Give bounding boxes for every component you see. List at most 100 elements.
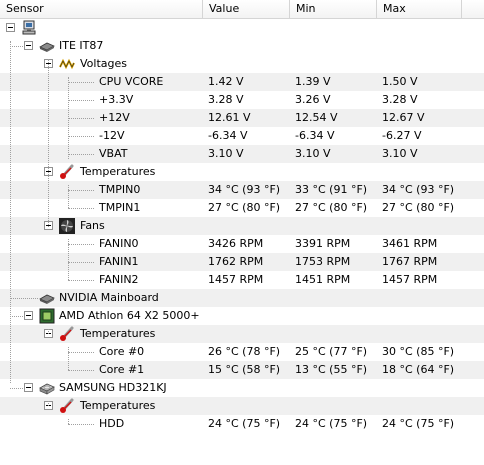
sensor-name: CPU VCORE (99, 75, 164, 88)
column-header: Sensor Value Min Max (0, 0, 484, 19)
column-min[interactable]: Min (290, 0, 377, 18)
sensor-max: 3.28 V (382, 93, 418, 106)
sensor-max: 18 °C (64 °F) (382, 363, 455, 376)
sensor-name: HDD (99, 417, 125, 430)
tree-line (68, 100, 94, 101)
sensor-value: 3426 RPM (208, 237, 264, 250)
collapse-toggle[interactable] (24, 383, 33, 392)
tree-group-temperatures[interactable]: Temperatures (0, 163, 484, 181)
sensor-value: -6.34 V (208, 129, 248, 142)
group-label: Temperatures (80, 165, 156, 178)
tree-root-row[interactable] (0, 19, 484, 37)
sensor-min: 1.39 V (295, 75, 331, 88)
tree-node-amd[interactable]: AMD Athlon 64 X2 5000+ (0, 307, 484, 325)
tree-node-nvidia[interactable]: NVIDIA Mainboard (0, 289, 484, 307)
tree-line (68, 118, 94, 119)
sensor-name: TMPIN1 (99, 201, 141, 214)
group-label: Voltages (80, 57, 127, 70)
collapse-toggle[interactable] (24, 311, 33, 320)
sensor-value: 1.42 V (208, 75, 244, 88)
sensor-name: FANIN0 (99, 237, 139, 250)
sensor-value: 12.61 V (208, 111, 251, 124)
device-label: SAMSUNG HD321KJ (59, 381, 167, 394)
sensor-min: 27 °C (80 °F) (295, 201, 368, 214)
sensor-value: 1762 RPM (208, 255, 264, 268)
collapse-toggle[interactable] (6, 23, 15, 32)
tree-line (48, 401, 49, 406)
tree-line (68, 190, 94, 191)
tree-line (68, 370, 94, 371)
tree-group-voltages[interactable]: Voltages (0, 55, 484, 73)
device-label: ITE IT87 (59, 39, 104, 52)
sensor-window: Sensor Value Min Max ITE IT87 Voltages C… (0, 0, 484, 465)
chip-icon (39, 290, 55, 306)
collapse-toggle[interactable] (24, 41, 33, 50)
sensor-name: TMPIN0 (99, 183, 141, 196)
sensor-name: Core #0 (99, 345, 145, 358)
tree-line (48, 329, 49, 334)
sensor-name: +3.3V (99, 93, 134, 106)
sensor-min: 24 °C (75 °F) (295, 417, 368, 430)
sensor-min: 3.10 V (295, 147, 331, 160)
tree-line (10, 388, 23, 389)
sensor-name: -12V (99, 129, 125, 142)
device-label: NVIDIA Mainboard (59, 291, 159, 304)
thermometer-icon (59, 398, 75, 414)
tree-line (10, 316, 23, 317)
sensor-value: 3.28 V (208, 93, 244, 106)
tree-node-samsung[interactable]: SAMSUNG HD321KJ (0, 379, 484, 397)
column-sensor[interactable]: Sensor (0, 0, 203, 18)
sensor-max: 12.67 V (382, 111, 425, 124)
hard-drive-icon (39, 380, 55, 396)
tree-group-temperatures[interactable]: Temperatures (0, 325, 484, 343)
tree-line (10, 298, 38, 299)
sensor-min: 25 °C (77 °F) (295, 345, 368, 358)
tree-line (68, 185, 69, 208)
tree-line (68, 208, 94, 209)
sensor-max: 3461 RPM (382, 237, 438, 250)
sensor-name: Core #1 (99, 363, 145, 376)
sensor-name: VBAT (99, 147, 128, 160)
chip-icon (39, 38, 55, 54)
tree-line (68, 136, 94, 137)
tree-line (68, 352, 94, 353)
tree-line (68, 280, 94, 281)
thermometer-icon (59, 326, 75, 342)
tree-line (48, 59, 49, 227)
sensor-min: 1451 RPM (295, 273, 351, 286)
sensor-min: 3.26 V (295, 93, 331, 106)
sensor-max: 34 °C (93 °F) (382, 183, 455, 196)
sensor-value: 24 °C (75 °F) (208, 417, 281, 430)
group-label: Temperatures (80, 327, 156, 340)
sensor-value: 1457 RPM (208, 273, 264, 286)
tree-line (10, 41, 11, 383)
sensor-name: +12V (99, 111, 130, 124)
sensor-min: -6.34 V (295, 129, 335, 142)
voltage-icon (59, 56, 75, 72)
tree-group-temperatures[interactable]: Temperatures (0, 397, 484, 415)
tree-node-ite[interactable]: ITE IT87 (0, 37, 484, 55)
tree-line (68, 154, 94, 155)
sensor-name: FANIN1 (99, 255, 139, 268)
sensor-max: -6.27 V (382, 129, 422, 142)
device-label: AMD Athlon 64 X2 5000+ (59, 309, 200, 322)
tree-line (68, 244, 94, 245)
cpu-icon (39, 308, 55, 324)
fan-icon (59, 218, 75, 234)
sensor-max: 24 °C (75 °F) (382, 417, 455, 430)
group-label: Fans (80, 219, 105, 232)
sensor-value: 27 °C (80 °F) (208, 201, 281, 214)
tree-line (68, 262, 94, 263)
sensor-value: 3.10 V (208, 147, 244, 160)
sensor-min: 13 °C (55 °F) (295, 363, 368, 376)
tree-line (68, 82, 94, 83)
computer-icon (21, 20, 37, 36)
sensor-max: 1.50 V (382, 75, 418, 88)
column-max[interactable]: Max (377, 0, 462, 18)
sensor-max: 1767 RPM (382, 255, 438, 268)
column-value[interactable]: Value (203, 0, 290, 18)
sensor-max: 30 °C (85 °F) (382, 345, 455, 358)
sensor-max: 3.10 V (382, 147, 418, 160)
tree-group-fans[interactable]: Fans (0, 217, 484, 235)
column-filler (462, 0, 484, 18)
